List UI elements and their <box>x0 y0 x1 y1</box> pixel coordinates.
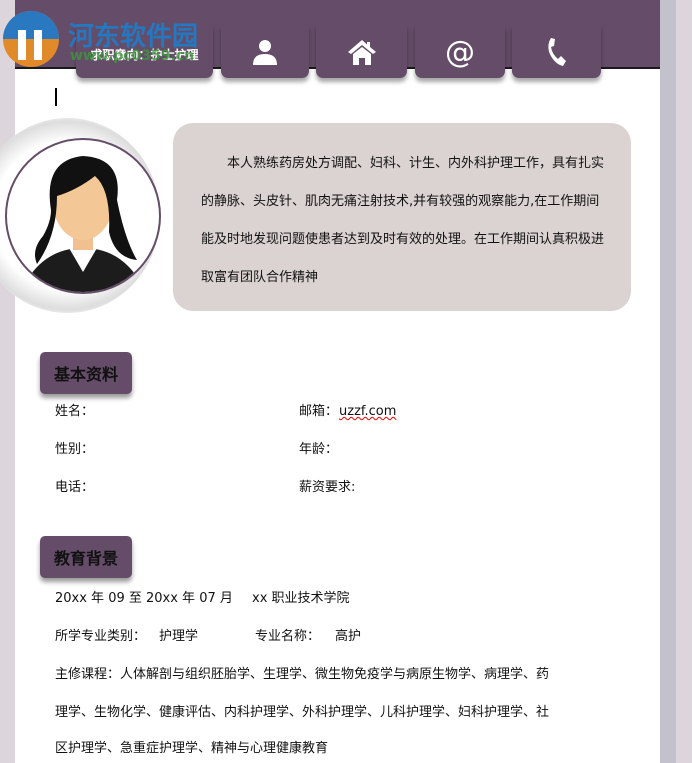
email-value: uzzf.com <box>339 404 397 419</box>
person-icon <box>253 39 277 65</box>
name-label: 姓名： <box>55 404 95 419</box>
text-cursor <box>55 88 57 106</box>
education-period: 20xx 年 09 至 20xx 年 07 月 <box>55 591 233 606</box>
watermark-logo-icon <box>3 11 59 67</box>
major-name-value: 高护 <box>335 629 362 644</box>
at-icon: @ <box>445 36 475 68</box>
school-name: xx 职业技术学院 <box>252 591 350 606</box>
document-window: 求职意向：护士护理 @ 河东软件园 www.pc0359.cn 本人熟练药房处方… <box>0 0 676 763</box>
watermark: 河东软件园 www.pc0359.cn <box>0 8 240 70</box>
section-header-basic-info: 基本资料 <box>40 352 132 394</box>
tab-phone <box>512 25 601 78</box>
major-category-value: 护理学 <box>159 629 199 644</box>
major-category-label: 所学专业类别： <box>55 629 147 644</box>
salary-label: 薪资要求: <box>299 480 356 495</box>
courses-line-3: 区护理学、急重症护理学、精神与心理健康教育 <box>55 741 329 756</box>
watermark-url: www.pc0359.cn <box>70 48 195 64</box>
phone-icon <box>547 37 566 66</box>
self-summary: 本人熟练药房处方调配、妇科、计生、内外科护理工作，具有扎实的静脉、头皮针、肌肉无… <box>173 123 631 311</box>
age-label: 年龄： <box>299 442 339 457</box>
email-label: 邮箱： <box>299 404 339 419</box>
courses-line-2: 理学、生物化学、健康评估、内科护理学、外科护理学、儿科护理学、妇科护理学、社 <box>55 705 550 720</box>
svg-text:@: @ <box>445 36 475 68</box>
major-name-label: 专业名称： <box>255 629 321 644</box>
courses-line-1: 主修课程：人体解剖与组织胚胎学、生理学、微生物免疫学与病原生物学、病理学、药 <box>55 667 550 682</box>
watermark-title: 河东软件园 <box>68 21 199 52</box>
section-header-education: 教育背景 <box>40 536 132 578</box>
phone-label: 电话： <box>55 480 95 495</box>
scrollbar[interactable] <box>660 0 676 763</box>
home-icon <box>347 39 376 65</box>
female-avatar-icon <box>27 156 139 292</box>
gender-label: 性别： <box>55 442 95 457</box>
tab-home <box>316 25 407 78</box>
avatar <box>5 138 161 294</box>
tab-email: @ <box>415 25 505 78</box>
